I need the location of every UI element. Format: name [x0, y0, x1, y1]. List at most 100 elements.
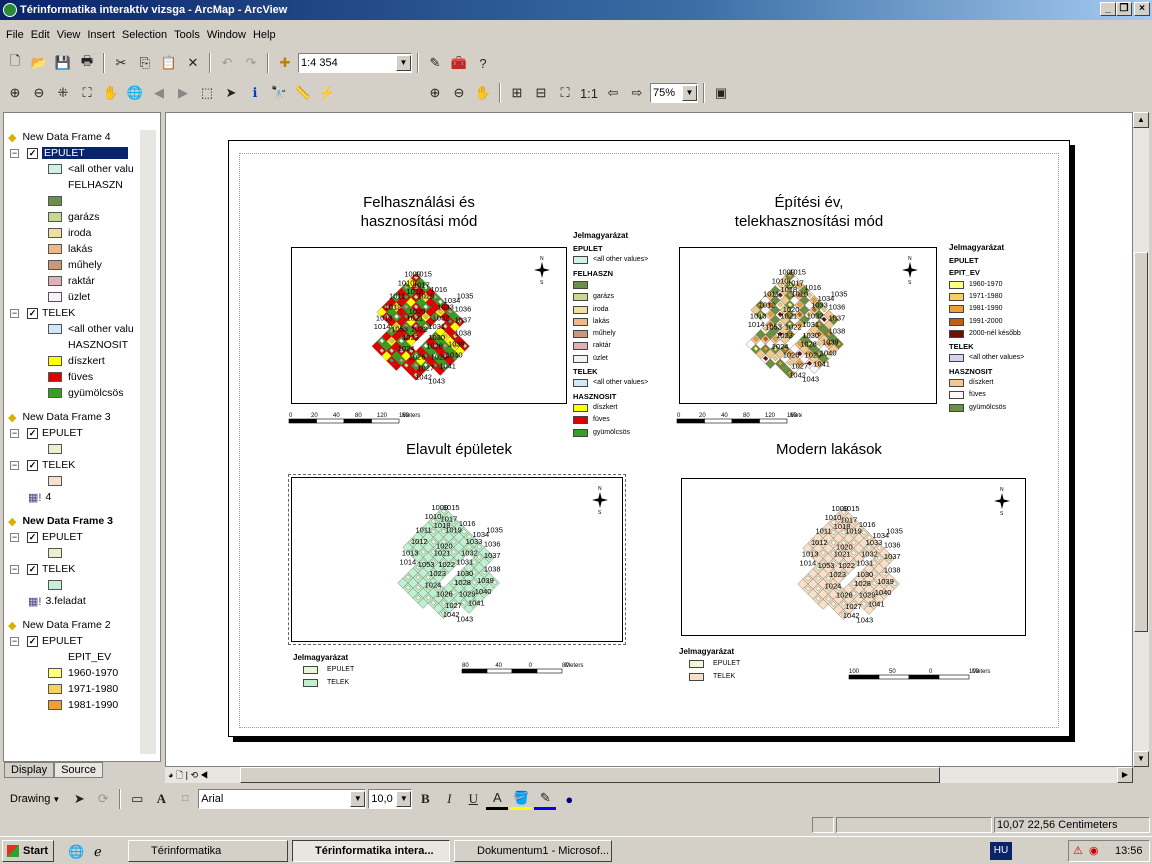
collapse-icon[interactable]: −	[10, 428, 19, 438]
toc-symbol-item[interactable]	[48, 193, 68, 209]
tray-network-icon[interactable]: ⚠	[1073, 844, 1083, 857]
line-color-icon[interactable]: ✎	[534, 788, 557, 810]
toc-layer-epulet[interactable]: − ✓ EPULET	[10, 425, 83, 441]
symbol-swatch[interactable]	[48, 276, 62, 286]
symbol-swatch[interactable]	[48, 668, 62, 678]
horizontal-scrollbar[interactable]: ◕ 🗋 | ⟲ ◀ ▶	[165, 767, 1133, 783]
symbol-swatch[interactable]	[48, 244, 62, 254]
symbol-swatch[interactable]	[48, 212, 62, 222]
whats-this-icon[interactable]: ?	[472, 52, 494, 74]
font-size-combo[interactable]: 10,0 ▼	[368, 789, 413, 809]
toc-symbol-item[interactable]: 1960-1970	[48, 665, 118, 681]
symbol-swatch[interactable]	[48, 388, 62, 398]
toc-layer-telek[interactable]: − ✓ TELEK	[10, 305, 75, 321]
menu-window[interactable]: Window	[207, 29, 246, 41]
new-document-icon[interactable]: 🗋	[4, 52, 26, 74]
callout-icon[interactable]: ⌑	[174, 788, 196, 810]
fixed-zoom-in-icon[interactable]: ⁜	[52, 82, 74, 104]
zoom-whole-page-icon[interactable]: ⛶	[554, 82, 576, 104]
menu-file[interactable]: File	[6, 29, 24, 41]
editor-icon[interactable]: ✎	[424, 52, 446, 74]
collapse-icon[interactable]: −	[10, 148, 19, 158]
font-color-icon[interactable]: A	[486, 788, 509, 810]
layer-visibility-checkbox[interactable]: ✓	[27, 635, 38, 647]
full-extent-icon[interactable]: 🌐	[124, 82, 146, 104]
layout-pan-icon[interactable]: ✋	[472, 82, 494, 104]
toc-symbol-item[interactable]: üzlet	[48, 289, 90, 305]
symbol-swatch[interactable]	[48, 164, 62, 174]
toc-symbol-item[interactable]: <all other valu	[48, 321, 134, 337]
map2-frame[interactable]: 1009 1015 1010 1017 1016 1011 1019 1018 1035 1034…	[679, 247, 937, 404]
collapse-icon[interactable]: −	[10, 460, 19, 470]
find-icon[interactable]: 🔭	[268, 82, 290, 104]
undo-icon[interactable]: ↶	[216, 52, 238, 74]
previous-extent-icon[interactable]: ⇦	[602, 82, 624, 104]
symbol-swatch[interactable]	[48, 324, 62, 334]
toggle-draft-icon[interactable]: ▣	[710, 82, 732, 104]
toc-scrollbar[interactable]	[140, 130, 156, 754]
arctoolbox-icon[interactable]: 🧰	[448, 52, 470, 74]
fixed-zoom-out-icon[interactable]: ⛶	[76, 82, 98, 104]
symbol-swatch[interactable]	[48, 372, 62, 382]
rectangle-icon[interactable]: ▭	[126, 788, 148, 810]
forward-icon[interactable]: ▶	[172, 82, 194, 104]
layer-visibility-checkbox[interactable]: ✓	[27, 427, 38, 439]
symbol-swatch[interactable]	[48, 476, 62, 486]
toc-field-heading[interactable]: EPIT_EV	[68, 649, 111, 665]
toc-data-frame[interactable]: ◆ New Data Frame 4	[8, 129, 111, 145]
open-icon[interactable]: 📂	[28, 52, 50, 74]
layer-visibility-checkbox[interactable]: ✓	[27, 307, 38, 319]
toc-layer-telek[interactable]: − ✓ TELEK	[10, 457, 75, 473]
collapse-icon[interactable]: −	[10, 532, 19, 542]
drawing-menu[interactable]: Drawing	[10, 793, 50, 805]
language-indicator[interactable]: HU	[990, 842, 1012, 860]
zoom-100-icon[interactable]: 1:1	[578, 82, 600, 104]
symbol-swatch[interactable]	[48, 700, 62, 710]
toc-data-frame[interactable]: ◆ New Data Frame 3	[8, 409, 111, 425]
toc-layer-epulet[interactable]: − ✓ EPULET	[10, 145, 128, 161]
identify-icon[interactable]: ℹ	[244, 82, 266, 104]
symbol-swatch[interactable]	[48, 444, 62, 454]
toc-data-frame[interactable]: ◆ New Data Frame 3	[8, 513, 113, 529]
maximize-button[interactable]: ❐	[1116, 2, 1132, 16]
symbol-swatch[interactable]	[48, 548, 62, 558]
layer-visibility-checkbox[interactable]: ✓	[27, 147, 38, 159]
toc-symbol-item[interactable]: garázs	[48, 209, 100, 225]
bold-icon[interactable]: B	[414, 788, 436, 810]
layer-visibility-checkbox[interactable]: ✓	[27, 459, 38, 471]
collapse-icon[interactable]: −	[10, 564, 19, 574]
zoom-in-fixed-icon[interactable]: ⊞	[506, 82, 528, 104]
redo-icon[interactable]: ↷	[240, 52, 262, 74]
print-icon[interactable]: 🖶	[76, 52, 98, 74]
collapse-icon[interactable]: −	[10, 636, 19, 646]
task-terinformatika[interactable]: Térinformatika	[128, 840, 288, 862]
layout-zoom-in-icon[interactable]: ⊕	[424, 82, 446, 104]
select-elements-tool-icon[interactable]: ➤	[68, 788, 90, 810]
toc-symbol-item[interactable]: iroda	[48, 225, 91, 241]
symbol-swatch[interactable]	[48, 580, 62, 590]
toc-symbol-item[interactable]: 1981-1990	[48, 697, 118, 713]
marker-color-icon[interactable]: ●	[558, 788, 580, 810]
minimize-button[interactable]: _	[1100, 2, 1116, 16]
symbol-swatch[interactable]	[48, 228, 62, 238]
italic-icon[interactable]: I	[438, 788, 460, 810]
delete-icon[interactable]: ✕	[182, 52, 204, 74]
toc-layer-telek[interactable]: − ✓ TELEK	[10, 561, 75, 577]
toc-field-heading[interactable]: HASZNOSIT	[68, 337, 128, 353]
symbol-swatch[interactable]	[48, 196, 62, 206]
toc-symbol-item[interactable]: 1971-1980	[48, 681, 118, 697]
underline-icon[interactable]: U	[462, 788, 484, 810]
toc-symbol-item[interactable]: lakás	[48, 241, 93, 257]
rotate-icon[interactable]: ⟳	[92, 788, 114, 810]
toc-symbol-item[interactable]: műhely	[48, 257, 102, 273]
pan-icon[interactable]: ✋	[100, 82, 122, 104]
menu-help[interactable]: Help	[253, 29, 276, 41]
layer-visibility-checkbox[interactable]: ✓	[27, 531, 38, 543]
map1-frame[interactable]: 1009 1015 1010 1017 1016 1011 1019 1018 1035 1034…	[291, 247, 567, 404]
map4-frame[interactable]: 1009 1015 1010 1017 1016 1011 1019 1018 1035 1034…	[681, 478, 1026, 636]
scale-combo[interactable]: 1:4 354 ▼	[298, 53, 412, 73]
zoom-in-icon[interactable]: ⊕	[4, 82, 26, 104]
symbol-swatch[interactable]	[48, 356, 62, 366]
zoom-out-fixed-icon[interactable]: ⊟	[530, 82, 552, 104]
toc-symbol-item[interactable]	[48, 473, 68, 489]
